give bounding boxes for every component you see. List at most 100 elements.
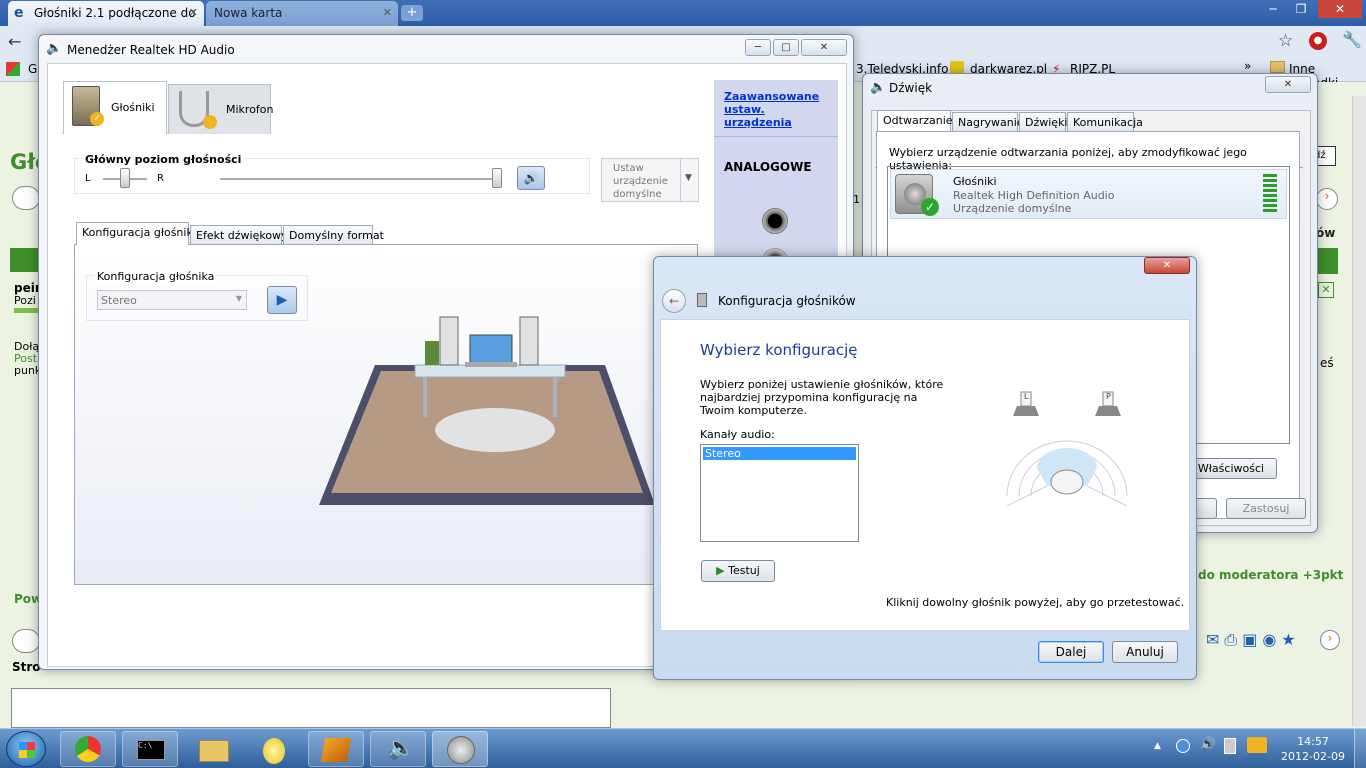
right-speaker-label[interactable]: P: [1106, 392, 1111, 401]
channels-label: Kanały audio:: [700, 428, 775, 441]
close-tab-icon[interactable]: ✕: [383, 6, 392, 19]
channels-list[interactable]: Stereo: [700, 444, 859, 542]
speaker-icon: 🔈: [46, 41, 63, 56]
next-arrow-icon[interactable]: ›: [1320, 630, 1340, 650]
balance-slider-thumb[interactable]: [120, 168, 130, 188]
browser-tab-active[interactable]: e Głośniki 2.1 podłączone do ✕: [8, 1, 204, 26]
windows-logo-icon: [19, 742, 35, 758]
config-group: Konfiguracja głośnika Stereo ▼ ▶: [86, 270, 308, 321]
moderator-link[interactable]: do moderatora +3pkt: [1198, 568, 1343, 582]
wrench-icon[interactable]: 🔧: [1342, 30, 1362, 49]
taskbar-explorer[interactable]: [184, 731, 240, 767]
channel-item-stereo[interactable]: Stereo: [703, 447, 856, 460]
forum-button[interactable]: [12, 629, 40, 653]
play-test-button[interactable]: ▶: [267, 286, 297, 314]
close-icon[interactable]: ✕: [1265, 76, 1311, 93]
apps-icon[interactable]: [6, 62, 20, 76]
next-arrow-icon[interactable]: ›: [1316, 188, 1338, 210]
volume-slider-thumb[interactable]: [492, 168, 502, 188]
start-button[interactable]: [6, 731, 46, 767]
tab-communication[interactable]: Komunikacja: [1067, 112, 1143, 131]
chevron-down-icon[interactable]: ▼: [685, 173, 692, 183]
maximize-icon[interactable]: □: [773, 39, 799, 56]
star-icon[interactable]: ☆: [1278, 31, 1293, 51]
properties-button[interactable]: Właściwości: [1185, 458, 1277, 479]
device-item-speakers[interactable]: ✓ Głośniki Realtek High Definition Audio…: [890, 169, 1287, 219]
tab-recording[interactable]: Nagrywanie: [952, 112, 1024, 131]
apply-button[interactable]: Zastosuj: [1226, 498, 1306, 519]
minimize-icon[interactable]: ─: [745, 39, 771, 56]
reply-textarea[interactable]: [11, 688, 611, 728]
cancel-button[interactable]: Anuluj: [1112, 641, 1178, 663]
browser-tab-new[interactable]: Nowa karta ✕: [206, 1, 398, 26]
taskbar-console[interactable]: C:\: [122, 731, 178, 767]
ie-icon: e: [14, 5, 24, 21]
forum-user[interactable]: peir: [14, 281, 41, 295]
config-select[interactable]: Stereo ▼: [97, 290, 247, 310]
close-icon[interactable]: ✕: [801, 39, 847, 56]
tray-app-icon[interactable]: [1247, 737, 1267, 753]
forum-button[interactable]: [12, 186, 40, 210]
tab-playback[interactable]: Odtwarzanie: [877, 110, 953, 132]
set-default-device-button[interactable]: Ustaw urządzenie domyślne ▼: [601, 158, 699, 202]
clock-date: 2012-02-09: [1281, 750, 1345, 763]
winamp-icon: [320, 738, 352, 762]
volume-group: Główny poziom głośności L R 🔊: [74, 153, 590, 194]
browser-tab-bar: e Głośniki 2.1 podłączone do ✕ Nowa kart…: [0, 0, 1366, 26]
taskbar-app[interactable]: [246, 731, 302, 767]
room-illustration: [315, 315, 675, 515]
maximize-icon[interactable]: ❐: [1287, 0, 1315, 18]
balance-left-label: L: [85, 173, 91, 184]
battery-icon[interactable]: [1224, 738, 1236, 754]
speaker-icon: 🔈: [387, 736, 415, 761]
show-desktop-button[interactable]: [1354, 729, 1366, 768]
speaker-device-icon: [447, 736, 475, 764]
next-button[interactable]: Dalej: [1038, 641, 1104, 663]
browser-tab-label: Nowa karta: [214, 6, 283, 20]
volume-slider[interactable]: [220, 178, 500, 180]
adblock-icon[interactable]: ●: [1309, 32, 1327, 50]
back-arrow-icon[interactable]: ←: [662, 289, 686, 313]
taskbar-winamp[interactable]: [308, 731, 364, 767]
tab-speakers[interactable]: ✓ Głośniki: [63, 81, 167, 134]
device-status: Urządzenie domyślne: [953, 202, 1072, 215]
post-actions-icons[interactable]: ✉⎙▣◉★: [1206, 630, 1301, 650]
chevron-right-icon[interactable]: »: [1244, 59, 1251, 73]
tab-speaker-config[interactable]: Konfiguracja głośnika: [76, 222, 199, 245]
taskbar-sound[interactable]: 🔈: [370, 731, 426, 767]
advanced-settings-link[interactable]: Zaawansowane ustaw. urządzenia: [724, 90, 834, 129]
speaker-icon: 🔈: [870, 80, 887, 95]
network-icon[interactable]: [1176, 739, 1190, 753]
status-icon: [203, 115, 217, 129]
page-scrollbar[interactable]: [1352, 96, 1366, 726]
tab-sound-effect[interactable]: Efekt dźwiękowy: [190, 225, 288, 244]
balance-right-label: R: [157, 173, 164, 184]
minimize-icon[interactable]: ─: [1259, 0, 1287, 18]
close-icon[interactable]: ✕: [1318, 0, 1362, 18]
test-button[interactable]: ▶ Testuj: [701, 560, 775, 582]
test-button-label: Testuj: [728, 564, 760, 577]
audio-jack-icon[interactable]: [762, 208, 788, 234]
close-icon[interactable]: ✕: [1144, 257, 1190, 274]
device-name: Głośniki: [953, 175, 997, 188]
speaker-config-panel: Konfiguracja głośnika Stereo ▼ ▶: [74, 245, 698, 585]
taskbar-chrome[interactable]: [60, 731, 116, 767]
tab-microphone-label: Mikrofon: [226, 103, 274, 116]
new-tab-icon[interactable]: +: [401, 5, 423, 21]
close-tab-icon[interactable]: ✕: [189, 6, 198, 19]
back-arrow-icon[interactable]: ←: [8, 32, 21, 51]
tab-sounds[interactable]: Dźwięki: [1019, 112, 1068, 131]
mute-speaker-icon[interactable]: 🔊: [517, 166, 545, 190]
tray-expand-icon[interactable]: ▲: [1154, 741, 1161, 751]
analog-label: ANALOGOWE: [724, 160, 812, 174]
wizard-hint: Kliknij dowolny głośnik powyżej, aby go …: [886, 596, 1185, 609]
config-group-label: Konfiguracja głośnika: [95, 270, 217, 283]
close-icon[interactable]: ✕: [1318, 282, 1334, 298]
tab-microphone[interactable]: Mikrofon: [168, 84, 274, 134]
left-speaker-label[interactable]: L: [1024, 392, 1028, 401]
clock[interactable]: 14:57 2012-02-09: [1280, 734, 1346, 764]
tab-default-format[interactable]: Domyślny format: [283, 225, 384, 244]
volume-tray-icon[interactable]: 🔊: [1200, 737, 1216, 752]
taskbar-speaker-setup[interactable]: [432, 731, 488, 767]
folder-icon: [1270, 61, 1285, 73]
